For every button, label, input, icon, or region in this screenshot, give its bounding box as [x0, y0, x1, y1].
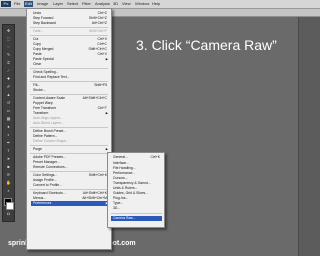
background-color-swatch[interactable] [6, 202, 14, 210]
menu-item-remote-connections[interactable]: Remote Connections... [31, 165, 109, 170]
menu-item-stroke[interactable]: Stroke... [31, 88, 109, 93]
menu-help[interactable]: Help [151, 1, 161, 7]
menu-analysis[interactable]: Analysis [94, 1, 111, 7]
menu-filter[interactable]: Filter [81, 1, 92, 7]
menu-divider [30, 171, 108, 172]
menu-item-purge[interactable]: Purge ▶ [31, 147, 109, 152]
pref-item-3d[interactable]: 3D... [111, 206, 162, 211]
menu-image[interactable]: Image [36, 1, 49, 7]
quick-mask-icon[interactable]: ◘ [4, 211, 13, 217]
pref-item-general[interactable]: General... Ctrl+K [111, 155, 162, 160]
menu-item-fade[interactable]: Fade... Shift+Ctrl+F [31, 29, 109, 34]
photoshop-logo: Ps [1, 1, 11, 7]
healing-tool-icon[interactable]: ✚ [4, 76, 13, 82]
pen-tool-icon[interactable]: ✒ [4, 140, 13, 146]
pref-item-camera-raw[interactable]: Camera Raw... [111, 216, 162, 221]
preferences-submenu: General... Ctrl+K Interface... File Handl… [107, 152, 165, 228]
toolbox: ✥ ⬚ ◌ ✎ ⌗ ⁄ ✚ ✐ ▲ ↺ ▭ ▦ ● ◐ ✒ T ➤ ■ ⟳ ✋ … [2, 24, 15, 222]
menu-divider [30, 68, 108, 69]
menu-item-define-custom-shape[interactable]: Define Custom Shape... [31, 139, 109, 144]
lasso-tool-icon[interactable]: ◌ [4, 44, 13, 50]
menu-file[interactable]: File [13, 1, 21, 7]
panel-dock [298, 17, 320, 256]
menu-item-find-replace[interactable]: Find and Replace Text... [31, 75, 109, 80]
menu-divider [30, 35, 108, 36]
dodge-tool-icon[interactable]: ◐ [4, 132, 13, 138]
type-tool-icon[interactable]: T [4, 148, 13, 154]
marquee-tool-icon[interactable]: ⬚ [4, 36, 13, 42]
stamp-tool-icon[interactable]: ▲ [4, 92, 13, 98]
zoom-tool-icon[interactable]: ⌕ [4, 188, 13, 194]
brush-tool-icon[interactable]: ✐ [4, 84, 13, 90]
menu-divider [30, 127, 108, 128]
menu-item-preferences[interactable]: Preferences▶ [31, 201, 109, 206]
instruction-caption: 3. Click “Camera Raw” [136, 37, 277, 53]
history-brush-tool-icon[interactable]: ↺ [4, 100, 13, 106]
menu-3d[interactable]: 3D [112, 1, 119, 7]
menu-divider [30, 94, 108, 95]
quick-select-tool-icon[interactable]: ✎ [4, 52, 13, 58]
menu-divider [30, 81, 108, 82]
eraser-tool-icon[interactable]: ▭ [4, 108, 13, 114]
shape-tool-icon[interactable]: ■ [4, 164, 13, 170]
menu-divider [30, 145, 108, 146]
eyedropper-tool-icon[interactable]: ⁄ [4, 68, 13, 74]
move-tool-icon[interactable]: ✥ [4, 28, 13, 34]
menu-divider [30, 27, 108, 28]
menu-window[interactable]: Window [134, 1, 150, 7]
crop-tool-icon[interactable]: ⌗ [4, 60, 13, 66]
edit-dropdown-menu: Undo Ctrl+Z Step Forward Shift+Ctrl+Z Step… [26, 8, 112, 250]
menu-divider [111, 213, 162, 214]
path-select-tool-icon[interactable]: ➤ [4, 156, 13, 162]
menu-layer[interactable]: Layer [52, 1, 64, 7]
menu-select[interactable]: Select [66, 1, 79, 7]
gradient-tool-icon[interactable]: ▦ [4, 116, 13, 122]
menu-divider [30, 153, 108, 154]
3d-rotate-tool-icon[interactable]: ⟳ [4, 172, 13, 178]
hand-tool-icon[interactable]: ✋ [4, 180, 13, 186]
menu-item-auto-blend-layers[interactable]: Auto-Blend Layers... [31, 121, 109, 126]
menu-item-step-backward[interactable]: Step Backward Alt+Ctrl+Z [31, 21, 109, 26]
menu-item-convert-to-profile[interactable]: Convert to Profile... [31, 183, 109, 188]
menu-item-clear[interactable]: Clear [31, 62, 109, 67]
menu-edit[interactable]: Edit [24, 1, 33, 7]
blur-tool-icon[interactable]: ● [4, 124, 13, 130]
menu-divider [30, 189, 108, 190]
menu-view[interactable]: View [121, 1, 132, 7]
